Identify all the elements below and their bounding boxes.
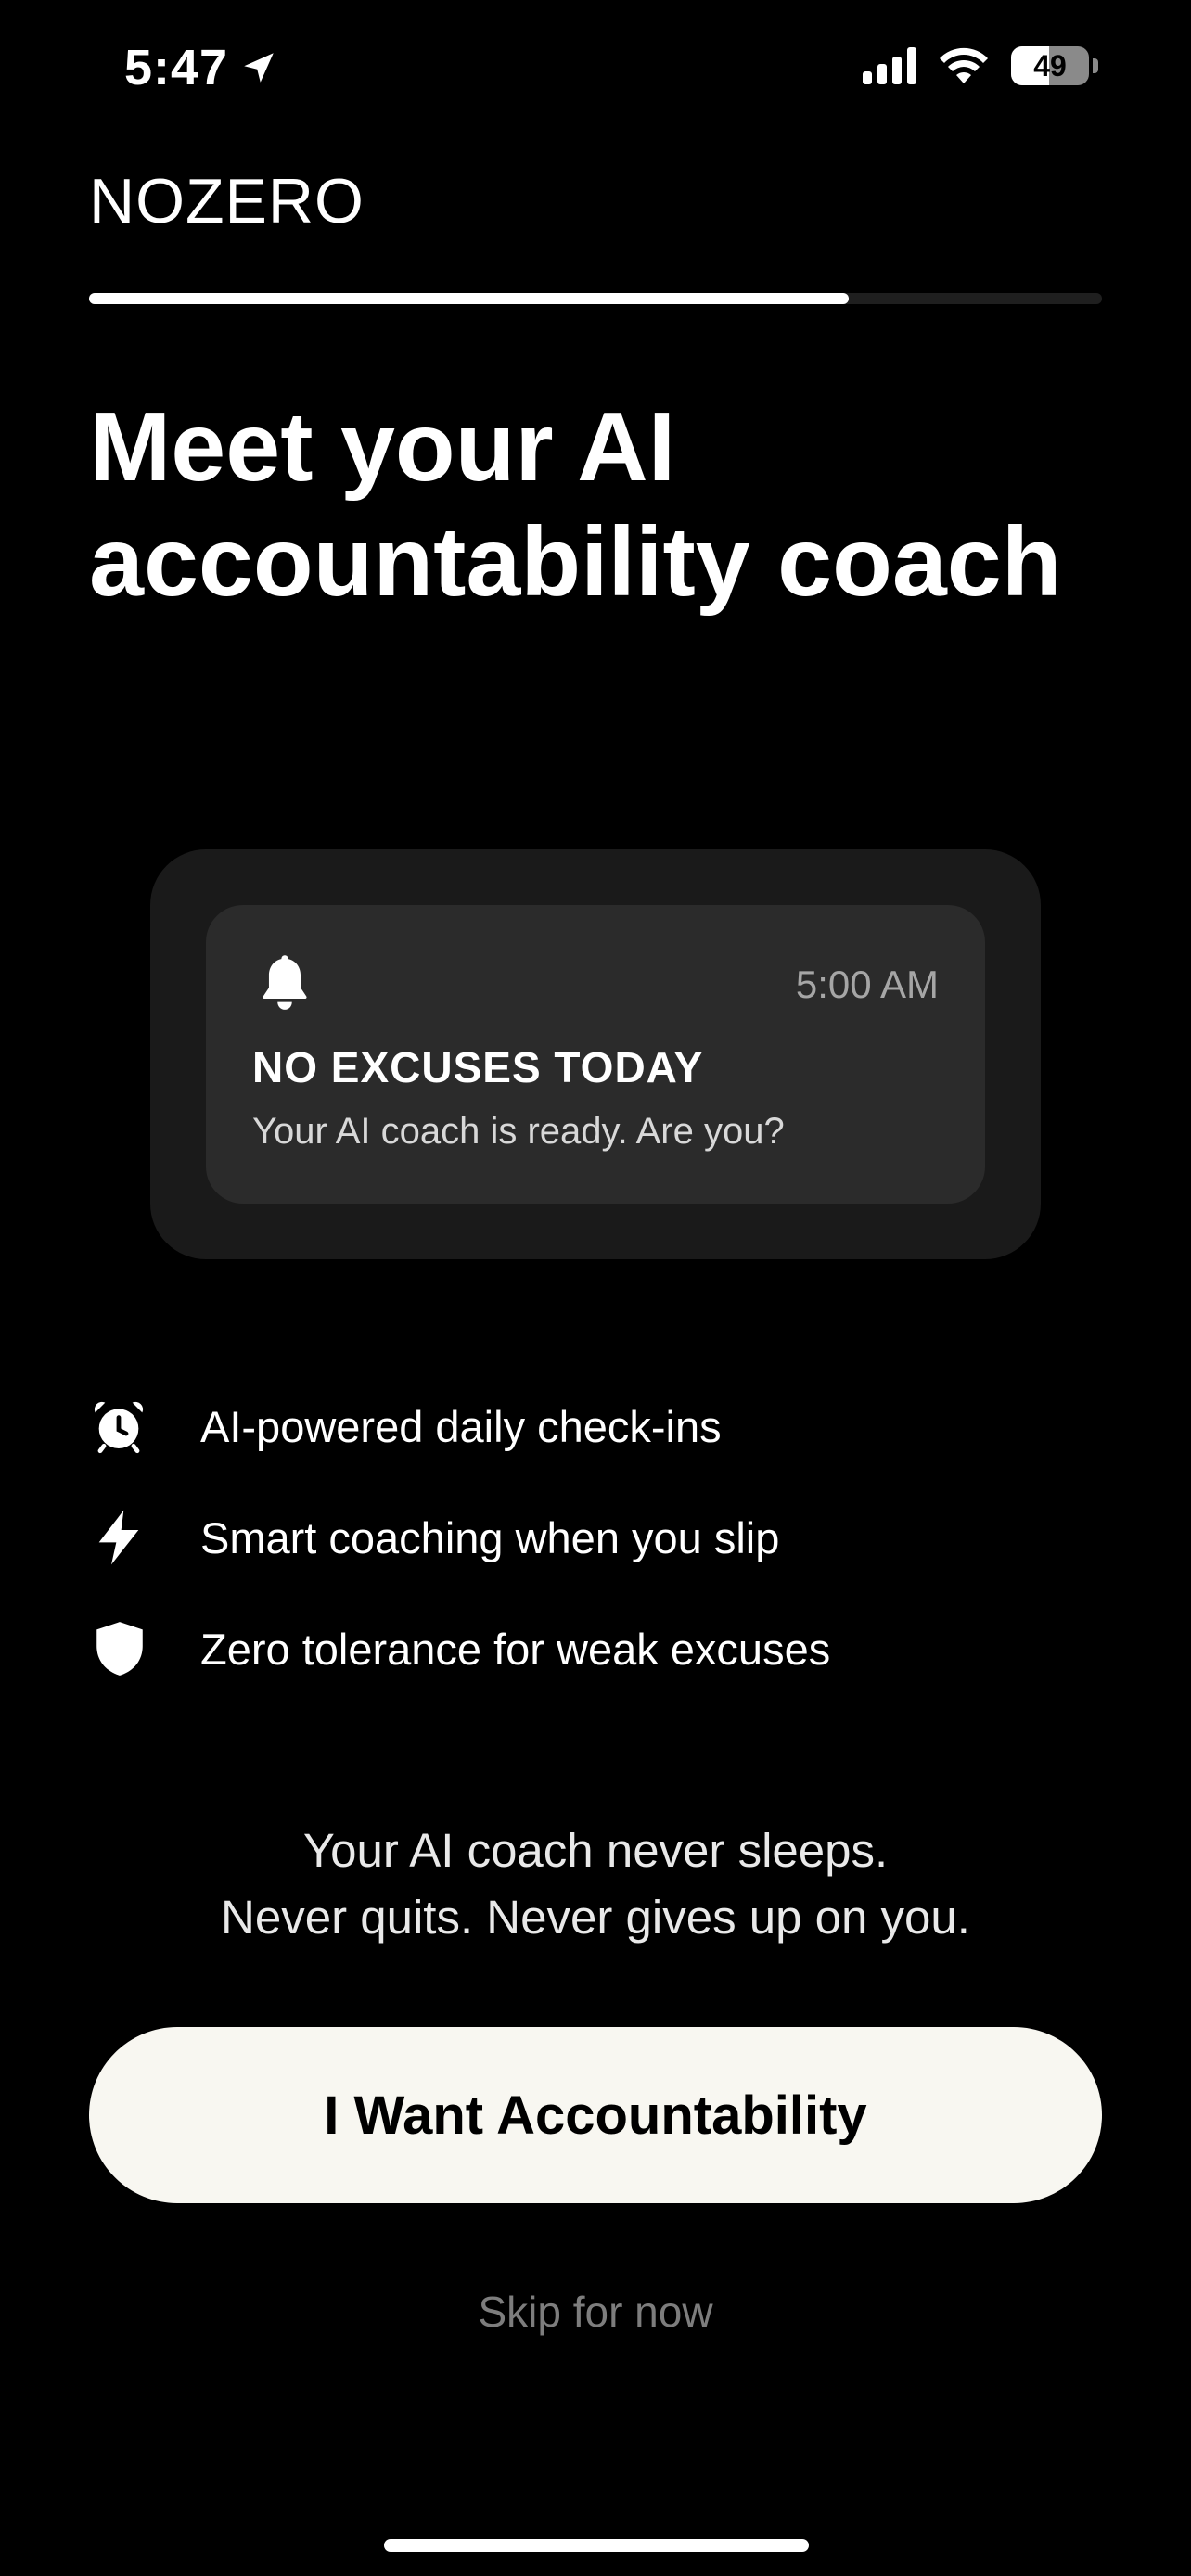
notification-preview-card: 5:00 AM NO EXCUSES TODAY Your AI coach i… <box>150 849 1041 1259</box>
home-indicator[interactable] <box>384 2539 809 2552</box>
tagline-line-2: Never quits. Never gives up on you. <box>221 1891 970 1944</box>
shield-icon <box>89 1621 156 1677</box>
battery-percent: 49 <box>1033 48 1067 83</box>
alarm-clock-icon <box>89 1398 156 1454</box>
status-icons: 49 <box>863 46 1098 85</box>
notification-time: 5:00 AM <box>795 963 939 1006</box>
bell-icon <box>263 955 307 1010</box>
onboarding-progress-bar <box>89 293 1102 304</box>
feature-item-zero-tolerance: Zero tolerance for weak excuses <box>89 1621 1109 1677</box>
status-time-text: 5:47 <box>124 40 229 96</box>
feature-item-check-ins: AI-powered daily check-ins <box>89 1398 1109 1454</box>
feature-label: Smart coaching when you slip <box>200 1512 780 1562</box>
feature-item-coaching: Smart coaching when you slip <box>89 1510 1109 1565</box>
page-title: Meet your AI accountability coach <box>89 392 1062 617</box>
tagline-line-1: Your AI coach never sleeps. <box>302 1824 889 1877</box>
notification-body: Your AI coach is ready. Are you? <box>252 1111 785 1152</box>
progress-fill <box>89 293 849 304</box>
skip-for-now-link[interactable]: Skip for now <box>0 2287 1191 2337</box>
tagline: Your AI coach never sleeps. Never quits.… <box>0 1817 1191 1951</box>
status-bar: 5:47 49 <box>0 0 1191 139</box>
notification-banner: 5:00 AM NO EXCUSES TODAY Your AI coach i… <box>206 905 985 1204</box>
feature-label: Zero tolerance for weak excuses <box>200 1624 831 1674</box>
location-arrow-icon <box>244 53 274 83</box>
battery-icon: 49 <box>1011 46 1089 85</box>
feature-list: AI-powered daily check-ins Smart coachin… <box>89 1398 1109 1732</box>
cellular-signal-icon <box>863 47 916 84</box>
lightning-bolt-icon <box>89 1510 156 1565</box>
feature-label: AI-powered daily check-ins <box>200 1401 722 1451</box>
notification-title: NO EXCUSES TODAY <box>252 1043 704 1091</box>
status-time: 5:47 <box>124 39 278 96</box>
i-want-accountability-button[interactable]: I Want Accountability <box>89 2027 1102 2203</box>
battery-tip <box>1093 58 1098 73</box>
brand-logo: NOZERO <box>89 166 365 236</box>
wifi-icon <box>940 47 988 83</box>
